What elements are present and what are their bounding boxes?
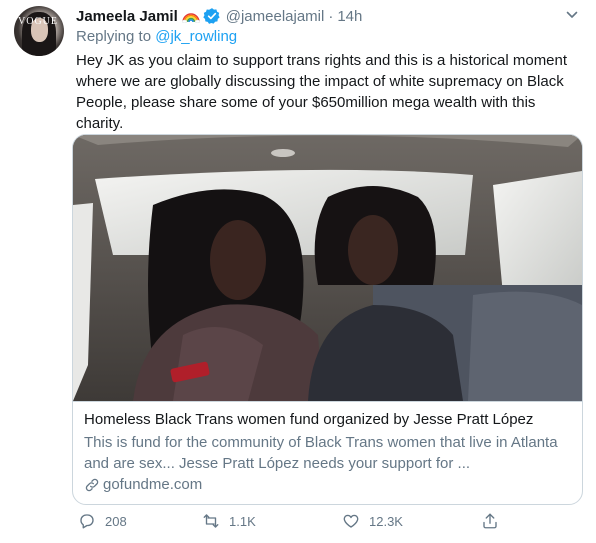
link-icon bbox=[85, 478, 99, 491]
heart-icon bbox=[343, 514, 359, 528]
share-icon bbox=[483, 513, 497, 529]
like-button[interactable]: 12.3K bbox=[342, 510, 403, 532]
verified-badge-icon bbox=[203, 8, 220, 24]
share-button[interactable] bbox=[481, 510, 499, 532]
tweet-header: Jameela Jamil @jameelajamil · 14h bbox=[76, 5, 362, 27]
card-body[interactable]: Homeless Black Trans women fund organize… bbox=[73, 401, 582, 504]
retweet-count: 1.1K bbox=[229, 513, 256, 529]
avatar-magazine-logo: VOGUE bbox=[18, 16, 58, 27]
replying-to: Replying to @jk_rowling bbox=[76, 28, 237, 45]
replying-to-label: Replying to bbox=[76, 28, 156, 45]
author-handle[interactable]: @jameelajamil bbox=[226, 8, 325, 25]
tweet-text: Hey JK as you claim to support trans rig… bbox=[76, 52, 568, 132]
chevron-down-icon[interactable] bbox=[566, 9, 578, 21]
retweet-button[interactable]: 1.1K bbox=[202, 510, 256, 532]
retweet-icon bbox=[203, 514, 219, 528]
card-domain: gofundme.com bbox=[84, 476, 202, 493]
reply-count: 208 bbox=[105, 513, 127, 529]
reply-button[interactable]: 208 bbox=[78, 510, 127, 532]
card-image[interactable] bbox=[73, 135, 582, 401]
rainbow-emoji-icon bbox=[181, 13, 200, 23]
reply-icon bbox=[80, 514, 94, 529]
author-name[interactable]: Jameela Jamil bbox=[76, 8, 178, 25]
link-card[interactable]: Homeless Black Trans women fund organize… bbox=[72, 134, 583, 505]
card-title: Homeless Black Trans women fund organize… bbox=[84, 411, 534, 428]
replying-to-link[interactable]: @jk_rowling bbox=[155, 28, 237, 45]
card-photo bbox=[73, 135, 582, 401]
timestamp[interactable]: 14h bbox=[337, 8, 362, 25]
card-domain-text: gofundme.com bbox=[103, 476, 203, 493]
tweet[interactable]: VOGUE Jameela Jamil @jameelajamil · 14h … bbox=[0, 0, 596, 543]
separator-dot: · bbox=[328, 7, 334, 25]
card-description: This is fund for the community of Black … bbox=[84, 434, 558, 472]
tweet-actions: 208 1.1K 12.3K bbox=[72, 510, 512, 532]
like-count: 12.3K bbox=[369, 513, 403, 529]
avatar[interactable]: VOGUE bbox=[14, 6, 64, 56]
